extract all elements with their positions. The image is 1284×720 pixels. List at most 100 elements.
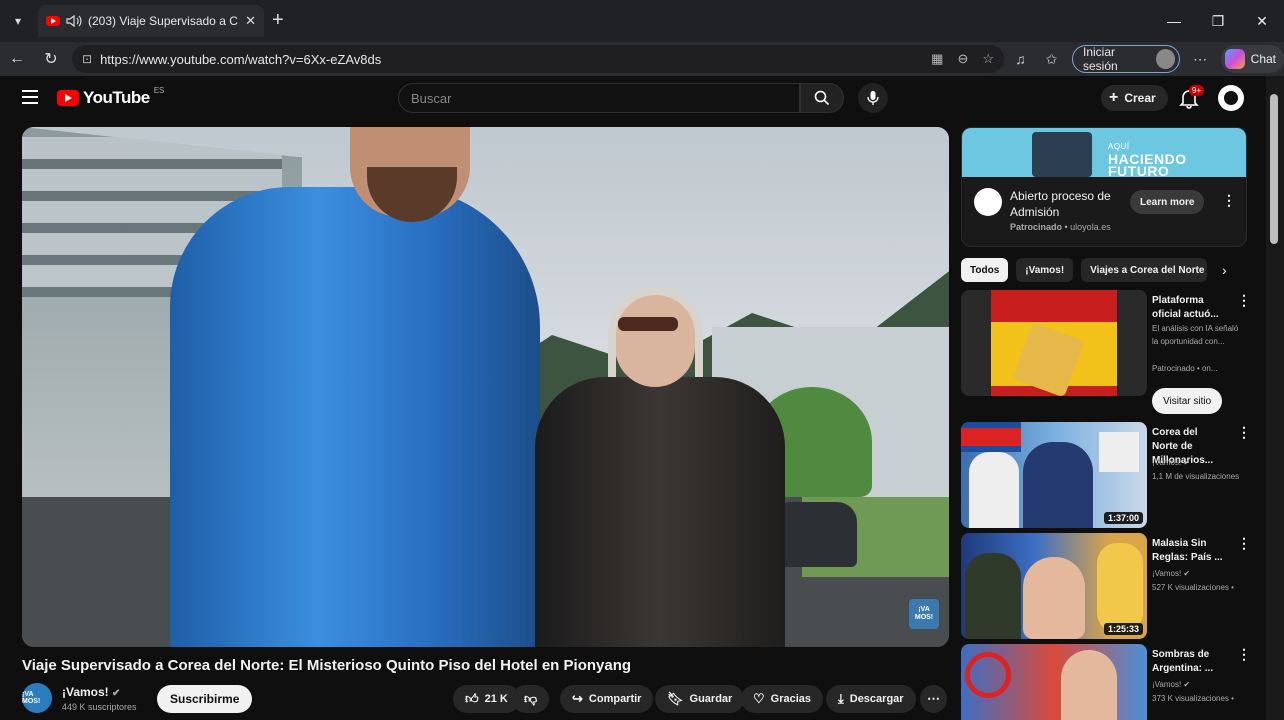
video-title: Viaje Supervisado a Corea del Norte: El … [22,657,632,674]
tab-title: (203) Viaje Supervisado a Corea del Nort… [88,14,238,28]
account-avatar[interactable] [1218,85,1244,111]
item-menu-icon[interactable]: ⋮ [1237,535,1251,552]
recommended-channel[interactable]: ¡Vamos! ✔ [1152,456,1242,469]
thumbnail-person-right [1097,543,1143,633]
app-available-icon[interactable]: ▦ [931,51,943,67]
recommended-channel[interactable]: ¡Vamos! ✔ [1152,567,1242,580]
close-window-button[interactable]: ✕ [1240,0,1284,42]
video-frame-man [170,187,540,647]
recommended-sponsored-item[interactable]: Plataforma oficial actuó... El análisis … [961,290,1251,418]
address-bar[interactable]: ⊡ https://www.youtube.com/watch?v=6Xx-eZ… [72,45,1004,73]
thanks-button[interactable]: ♡ Gracias [741,685,824,713]
recommended-thumbnail[interactable] [961,290,1147,396]
youtube-logo[interactable]: YouTube ES [57,85,165,108]
save-label: Guardar [689,693,733,705]
speaker-icon[interactable] [66,14,82,28]
more-options-icon[interactable]: ⋯ [1190,51,1211,68]
recommended-title[interactable]: Sombras de Argentina: ... [1152,648,1224,676]
profile-avatar-icon [1155,49,1175,69]
item-menu-icon[interactable]: ⋮ [1237,424,1251,441]
hamburger-menu-icon[interactable] [22,90,38,104]
search-input[interactable]: Buscar [398,83,800,113]
ad-sponsor: Patrocinado • uloyola.es [1010,222,1111,232]
country-code: ES [153,85,165,95]
thanks-heart-icon: ♡ [753,691,765,706]
chip-next-arrow-icon[interactable]: › [1222,262,1227,278]
chat-label: Chat [1250,52,1277,66]
thumbnail-person-left [969,452,1019,528]
video-player[interactable]: ¡VA MOS! [22,127,949,647]
tab-close-icon[interactable]: ✕ [245,13,256,29]
chip-vamos[interactable]: ¡Vamos! [1016,258,1074,282]
ad-sponsor-label: Patrocinado [1010,222,1063,232]
chip-todos[interactable]: Todos [961,258,1009,282]
recommended-title[interactable]: Plataforma oficial actuó... [1152,294,1224,322]
ad-sponsor-domain: uloyola.es [1070,222,1111,232]
back-button[interactable]: ← [0,42,34,76]
download-button[interactable]: ⤓ Descargar [826,685,916,713]
voice-search-button[interactable] [858,83,888,113]
plus-icon: + [1109,89,1119,106]
ad-title[interactable]: Abierto proceso de Admisión [1010,188,1130,220]
recommended-title[interactable]: Malasia Sin Reglas: País ... [1152,537,1224,565]
favorite-star-icon[interactable]: ☆ [982,51,994,67]
maximize-button[interactable]: ❐ [1196,0,1240,42]
sidebar-ad-card[interactable]: AQUÍ HACIENDO FUTURO Abierto proceso de A… [961,127,1247,247]
item-menu-icon[interactable]: ⋮ [1237,292,1251,309]
dislike-button[interactable]: 👎︎ [512,685,550,713]
reload-button[interactable]: ↻ [34,42,68,76]
ad-menu-icon[interactable]: ⋮ [1222,192,1236,209]
recommended-views: 373 K visualizaciones • [1152,694,1234,703]
page-scrollbar[interactable] [1266,76,1284,720]
advertiser-logo[interactable] [974,188,1002,216]
zoom-icon[interactable]: ⊖ [957,51,968,67]
thumbnail-person-left [965,553,1021,639]
scrollbar-thumb[interactable] [1270,94,1278,244]
share-arrow-icon: ↪ [572,691,583,706]
share-button[interactable]: ↪ Compartir [560,685,654,713]
tab-list-dropdown[interactable]: ▾ [0,0,36,42]
subscribe-button[interactable]: Suscribirme [157,685,253,713]
like-button[interactable]: 👍︎ 21 K [453,685,520,713]
browser-toolbar: ← ↻ ⊡ https://www.youtube.com/watch?v=6X… [0,42,1284,76]
ad-banner-image [1032,132,1092,177]
new-tab-button[interactable]: + [272,9,284,32]
media-control-icon[interactable]: ♫ [1010,51,1031,67]
recommended-thumbnail[interactable]: 1:37:00 [961,422,1147,528]
recommended-thumbnail[interactable]: 1:25:33 [961,533,1147,639]
filter-chips: Todos ¡Vamos! Viajes a Corea del Norte [961,258,1208,282]
channel-avatar[interactable]: ¡VA MOS! [22,683,52,713]
recommended-video-item[interactable]: Sombras de Argentina: ... ¡Vamos! ✔ 373 … [961,644,1251,720]
recommended-views: 1,1 M de visualizaciones [1152,472,1240,481]
recommended-channel[interactable]: ¡Vamos! ✔ [1152,678,1242,691]
channel-name[interactable]: ¡Vamos! ✔ [62,685,120,699]
browser-tab[interactable]: (203) Viaje Supervisado a Corea del Nort… [38,5,264,37]
channel-name-text: ¡Vamos! [62,685,109,699]
download-label: Descargar [849,693,904,705]
ad-banner[interactable]: AQUÍ HACIENDO FUTURO [962,128,1246,179]
signin-button[interactable]: Iniciar sesión [1072,45,1180,73]
favorites-icon[interactable]: ✩ [1041,51,1062,68]
learn-more-button[interactable]: Learn more [1130,190,1205,214]
minimize-button[interactable]: — [1152,0,1196,42]
recommended-video-item[interactable]: 1:25:33 Malasia Sin Reglas: País ... ¡Va… [961,533,1251,639]
item-menu-icon[interactable]: ⋮ [1237,646,1251,663]
recommended-thumbnail[interactable] [961,644,1147,720]
more-actions-button[interactable]: ⋯ [920,685,947,713]
search-icon [814,90,830,106]
like-count: 21 K [484,693,508,705]
create-button[interactable]: + Crear [1101,85,1168,111]
microphone-icon [867,91,879,105]
save-button[interactable]: 🔖︎ Guardar [655,685,745,713]
chip-viajes-corea[interactable]: Viajes a Corea del Norte [1081,258,1208,282]
channel-watermark[interactable]: ¡VA MOS! [909,599,939,629]
korea-flag-image [961,422,1021,452]
visit-site-button[interactable]: Visitar sitio [1152,388,1223,414]
recommended-video-item[interactable]: 1:37:00 Corea del Norte de Millonarios..… [961,422,1251,528]
ad-banner-text: HACIENDO FUTURO [1108,151,1187,179]
site-info-icon[interactable]: ⊡ [82,52,92,66]
copilot-icon [1224,49,1245,69]
search-button[interactable] [800,83,844,113]
copilot-chat-button[interactable]: Chat [1220,45,1284,73]
create-label: Crear [1124,91,1156,105]
